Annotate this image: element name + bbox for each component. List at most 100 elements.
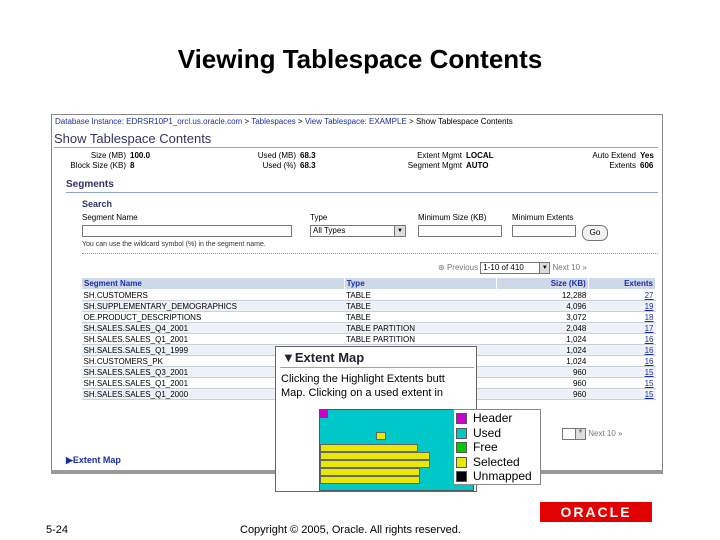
used-mb-field: Used (MB) 68.3 bbox=[232, 151, 316, 160]
legend-item-unmapped: Unmapped bbox=[456, 469, 540, 483]
segment-size-cell: 1,024 bbox=[496, 355, 589, 367]
segment-extents-link[interactable]: 27 bbox=[588, 289, 656, 301]
legend-label: Selected bbox=[473, 455, 520, 469]
segment-extents-link[interactable]: 16 bbox=[588, 333, 656, 345]
size-field: Size (MB) 100.0 bbox=[58, 151, 150, 160]
segment-size-cell: 3,072 bbox=[496, 311, 589, 323]
legend-swatch bbox=[456, 442, 467, 454]
search-heading: Search bbox=[82, 199, 113, 209]
legend-label: Used bbox=[473, 426, 502, 440]
table-row: SH.SALES.SALES_Q4_2001 TABLE PARTITION 2,0… bbox=[81, 322, 656, 334]
table-row: SH.CUSTOMERS TABLE 12,288 27 bbox=[81, 289, 656, 301]
auto-extend-value: Yes bbox=[640, 151, 654, 160]
type-select[interactable]: All Types ▼ bbox=[310, 225, 406, 237]
page-range-select[interactable]: 1-10 of 410 ▼ bbox=[480, 262, 551, 274]
next-icon[interactable]: » bbox=[582, 263, 586, 272]
collapse-triangle-icon: ▼ bbox=[282, 350, 295, 365]
block-size-value: 8 bbox=[130, 161, 135, 170]
next-link-bottom[interactable]: Next 10 bbox=[588, 429, 616, 438]
auto-extend-field: Auto Extend Yes bbox=[552, 151, 654, 160]
legend-label: Header bbox=[473, 411, 513, 425]
segment-name-cell: OE.PRODUCT_DESCRIPTIONS bbox=[81, 311, 345, 323]
segment-extents-link[interactable]: 15 bbox=[588, 377, 656, 389]
min-size-label: Minimum Size (KB) bbox=[418, 213, 487, 222]
segment-type-cell: TABLE PARTITION bbox=[344, 333, 497, 345]
segment-extents-link[interactable]: 19 bbox=[588, 300, 656, 312]
extent-map-callout: ▼Extent Map Clicking the Highlight Exten… bbox=[275, 346, 477, 492]
extent-map-link[interactable]: Extent Map bbox=[73, 455, 121, 465]
column-header-extents[interactable]: Extents bbox=[587, 277, 657, 290]
block-size-label: Block Size (KB) bbox=[70, 161, 126, 170]
selected-extent[interactable] bbox=[320, 476, 420, 484]
selected-extent[interactable] bbox=[320, 468, 420, 476]
extent-map-description-line: Clicking the Highlight Extents butt bbox=[281, 373, 445, 385]
segment-size-cell: 960 bbox=[496, 388, 589, 400]
extents-field: Extents 606 bbox=[552, 161, 653, 170]
extent-map-toggle[interactable]: ▶Extent Map bbox=[66, 455, 121, 466]
min-size-input[interactable] bbox=[418, 225, 502, 237]
selected-extent[interactable] bbox=[320, 460, 430, 468]
segment-size-cell: 1,024 bbox=[496, 344, 589, 356]
size-label: Size (MB) bbox=[90, 151, 126, 160]
used-pct-value: 68.3 bbox=[300, 161, 316, 170]
min-extents-input[interactable] bbox=[512, 225, 576, 237]
segment-extents-link[interactable]: 16 bbox=[588, 344, 656, 356]
segment-name-cell: SH.SALES.SALES_Q1_2001 bbox=[81, 333, 345, 345]
legend-item-used: Used bbox=[456, 426, 540, 440]
slide-title: Viewing Tablespace Contents bbox=[177, 44, 543, 74]
segment-size-cell: 2,048 bbox=[496, 322, 589, 334]
block-size-field: Block Size (KB) 8 bbox=[58, 161, 134, 170]
divider bbox=[280, 367, 474, 368]
next-icon[interactable]: » bbox=[618, 429, 622, 438]
legend-swatch bbox=[456, 428, 467, 440]
divider bbox=[82, 253, 658, 254]
segment-extents-link[interactable]: 17 bbox=[588, 322, 656, 334]
selected-extent[interactable] bbox=[320, 452, 430, 460]
next-link[interactable]: Next 10 bbox=[553, 263, 581, 272]
extent-map-title: ▼Extent Map bbox=[282, 350, 364, 365]
legend-swatch bbox=[456, 413, 467, 425]
divider bbox=[54, 147, 658, 148]
segment-extents-link[interactable]: 15 bbox=[588, 366, 656, 378]
column-header-type[interactable]: Type bbox=[343, 277, 498, 290]
segment-extents-link[interactable]: 15 bbox=[588, 388, 656, 400]
segment-type-cell: TABLE bbox=[344, 300, 497, 312]
used-mb-label: Used (MB) bbox=[257, 151, 296, 160]
extents-value: 606 bbox=[640, 161, 654, 170]
extent-mgmt-label: Extent Mgmt bbox=[417, 151, 462, 160]
selected-extent[interactable] bbox=[320, 444, 418, 452]
legend-item-selected: Selected bbox=[456, 455, 540, 469]
extent-map-description: Clicking the Highlight Extents butt Map.… bbox=[281, 372, 445, 400]
previous-icon[interactable]: ⊛ bbox=[438, 263, 445, 272]
page-range-select-bottom[interactable]: ▼ bbox=[562, 428, 586, 440]
selected-extent[interactable] bbox=[376, 432, 386, 440]
table-row: SH.SUPPLEMENTARY_DEMOGRAPHICS TABLE 4,096 1… bbox=[81, 300, 656, 312]
breadcrumb-separator: > bbox=[297, 117, 303, 126]
extent-mgmt-value: LOCAL bbox=[466, 151, 494, 160]
legend-swatch bbox=[456, 471, 467, 483]
extent-map-grid[interactable] bbox=[319, 409, 474, 491]
breadcrumb: Database Instance: EDRSR10P1_orcl.us.ora… bbox=[55, 117, 513, 126]
segment-mgmt-label: Segment Mgmt bbox=[407, 161, 462, 170]
column-header-size[interactable]: Size (KB) bbox=[496, 277, 589, 290]
breadcrumb-tablespaces-link[interactable]: Tablespaces bbox=[251, 117, 295, 126]
breadcrumb-view-tablespace-link[interactable]: View Tablespace: EXAMPLE bbox=[305, 117, 407, 126]
segment-name-input[interactable] bbox=[82, 225, 292, 237]
breadcrumb-current: Show Tablespace Contents bbox=[415, 117, 513, 126]
segment-size-cell: 960 bbox=[496, 366, 589, 378]
segment-type-cell: TABLE bbox=[344, 289, 497, 301]
previous-link[interactable]: Previous bbox=[447, 263, 478, 272]
go-button[interactable]: Go bbox=[582, 225, 608, 241]
segment-extents-link[interactable]: 16 bbox=[588, 355, 656, 367]
extent-map-description-line: Map. Clicking on a used extent in bbox=[281, 387, 444, 399]
expand-triangle-icon: ▶ bbox=[66, 455, 73, 465]
pager-top: ⊛ Previous 1-10 of 410 ▼ Next 10 » bbox=[438, 262, 587, 274]
segment-size-cell: 4,096 bbox=[496, 300, 589, 312]
header-extent[interactable] bbox=[320, 410, 328, 418]
breadcrumb-database-link[interactable]: Database Instance: EDRSR10P1_orcl.us.ora… bbox=[55, 117, 242, 126]
table-row: OE.PRODUCT_DESCRIPTIONS TABLE 3,072 18 bbox=[81, 311, 656, 323]
column-header-segment-name[interactable]: Segment Name bbox=[81, 277, 345, 290]
auto-extend-label: Auto Extend bbox=[592, 151, 636, 160]
segment-extents-link[interactable]: 18 bbox=[588, 311, 656, 323]
segment-name-cell: SH.SUPPLEMENTARY_DEMOGRAPHICS bbox=[81, 300, 345, 312]
